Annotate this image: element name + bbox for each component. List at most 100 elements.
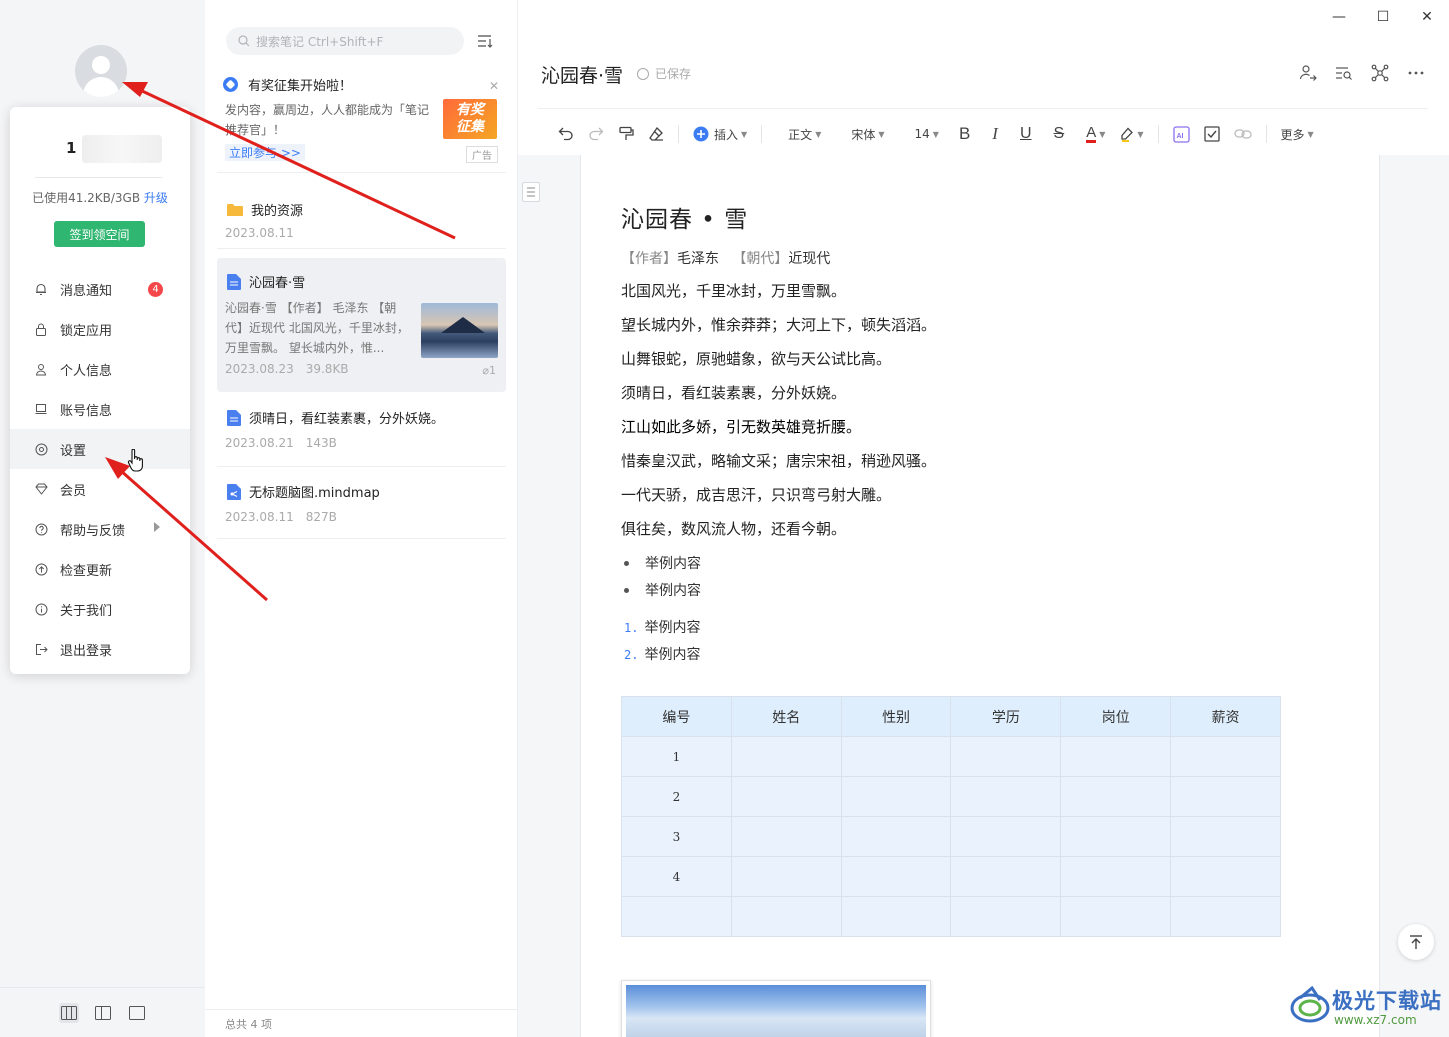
table-cell[interactable] [730,896,842,937]
format-painter-icon[interactable] [618,120,634,148]
font-family-dropdown[interactable]: 宋体 ▼ [851,120,884,148]
table-cell[interactable] [621,896,732,937]
document-title[interactable]: 沁园春·雪 [541,61,623,88]
table-header-cell[interactable]: 薪资 [1170,696,1281,737]
embedded-image[interactable] [621,980,931,1037]
table-cell[interactable] [1170,776,1281,817]
strikethrough-icon[interactable]: S [1054,120,1065,148]
document-actions [1297,62,1427,84]
list-item[interactable]: 无标题脑图.mindmap 2023.08.11 827B [217,470,506,538]
menu-item-settings[interactable]: 设置 [10,429,190,469]
eraser-icon[interactable] [648,120,664,148]
checkbox-icon[interactable] [1203,120,1220,148]
menu-item-logout[interactable]: 退出登录 [10,629,190,669]
list-item[interactable]: 须晴日，看红装素裹，分外妖娆。 2023.08.21 143B [217,396,506,464]
menu-item-about-us[interactable]: 关于我们 [10,589,190,629]
more-options-icon[interactable] [1405,62,1427,84]
font-color-icon[interactable]: A ▼ [1086,120,1105,148]
menu-item-notifications[interactable]: 消息通知 4 [10,269,190,309]
maximize-icon[interactable]: ☐ [1361,0,1405,34]
table-cell[interactable]: 4 [621,856,732,897]
table-cell[interactable] [1060,776,1172,817]
single-column-layout-icon[interactable] [127,1003,147,1023]
mindmap-view-icon[interactable] [1369,62,1391,84]
table-cell[interactable] [1170,736,1281,777]
search-input[interactable]: 搜索笔记 Ctrl+Shift+F [226,27,464,55]
data-table[interactable]: 编号 姓名 性别 学历 岗位 薪资 1 2 3 4 [621,696,1281,937]
three-column-layout-icon[interactable] [58,1002,79,1023]
table-header-cell[interactable]: 岗位 [1060,696,1172,737]
table-cell[interactable]: 3 [621,816,732,857]
table-cell[interactable] [950,736,1062,777]
redo-icon[interactable] [588,120,604,148]
ad-image[interactable]: 有奖 征集 [443,99,497,139]
table-cell[interactable] [950,816,1062,857]
two-column-layout-icon[interactable] [93,1003,113,1023]
table-cell[interactable] [730,736,842,777]
close-window-icon[interactable]: ✕ [1405,0,1449,34]
checkin-button[interactable]: 签到领空间 [54,221,145,247]
find-in-doc-icon[interactable] [1333,62,1355,84]
link-icon[interactable] [1233,120,1252,148]
table-cell[interactable] [950,896,1062,937]
table-cell[interactable] [1060,856,1172,897]
sort-icon[interactable] [476,32,494,50]
table-cell[interactable] [840,856,952,897]
avatar[interactable] [75,45,127,97]
table-cell[interactable] [730,856,842,897]
table-cell[interactable] [840,896,952,937]
menu-item-help-feedback[interactable]: 帮助与反馈 [10,509,190,549]
back-to-top-button[interactable] [1398,924,1434,960]
note-date: 2023.08.11 [225,510,294,524]
list-item-selected[interactable]: 沁园春·雪 沁园春·雪 【作者】 毛泽东 【朝代】近现代 北国风光，千里冰封，万… [217,258,506,392]
close-icon[interactable]: ✕ [489,79,499,93]
note-size: 827B [305,510,337,524]
table-cell[interactable] [840,816,952,857]
document-page[interactable]: 沁园春 • 雪 【作者】毛泽东 【朝代】近现代 北国风光，千里冰封，万里雪飘。 … [580,155,1380,1037]
ad-card[interactable]: 有奖征集开始啦！ ✕ 发内容，赢周边，人人都能成为「笔记推荐官」！ 立即参与 >… [223,70,503,170]
share-user-icon[interactable] [1297,62,1319,84]
table-cell[interactable] [1060,816,1172,857]
menu-item-account-info[interactable]: 账号信息 [10,389,190,429]
ad-link[interactable]: 立即参与 >> [225,144,305,161]
divider [217,172,506,173]
table-cell[interactable] [1060,736,1172,777]
insert-button[interactable]: 插入 ▼ [693,120,747,148]
menu-item-membership[interactable]: 会员 [10,469,190,509]
table-header-cell[interactable]: 编号 [621,696,732,737]
table-cell[interactable]: 2 [621,776,732,817]
upgrade-link[interactable]: 升级 [144,191,168,205]
outline-toggle-icon[interactable] [522,182,540,202]
menu-divider [35,177,162,178]
menu-item-lock-app[interactable]: 锁定应用 [10,309,190,349]
table-cell[interactable] [1170,856,1281,897]
highlight-icon[interactable]: ▼ [1119,120,1144,148]
table-cell[interactable] [730,816,842,857]
table-header-cell[interactable]: 姓名 [730,696,842,737]
undo-icon[interactable] [558,120,574,148]
minimize-icon[interactable]: — [1317,0,1361,34]
more-tools-dropdown[interactable]: 更多 ▼ [1281,120,1314,148]
font-size-dropdown[interactable]: 14 ▼ [915,120,939,148]
underline-icon[interactable]: U [1020,120,1032,148]
table-header-cell[interactable]: 性别 [840,696,952,737]
ai-icon[interactable]: AI [1172,120,1190,148]
table-cell[interactable] [1060,896,1172,937]
menu-item-check-update[interactable]: 检查更新 [10,549,190,589]
table-cell[interactable] [730,776,842,817]
note-snippet: 沁园春·雪 【作者】 毛泽东 【朝代】近现代 北国风光，千里冰封，万里雪飘。 望… [225,301,409,355]
table-cell[interactable] [840,736,952,777]
list-item[interactable]: 我的资源 2023.08.11 [217,186,506,250]
table-cell[interactable] [840,776,952,817]
table-cell[interactable] [950,776,1062,817]
divider [217,466,506,467]
table-header-cell[interactable]: 学历 [950,696,1062,737]
table-cell[interactable] [1170,816,1281,857]
table-cell[interactable] [950,856,1062,897]
italic-icon[interactable]: I [992,120,998,148]
paragraph-style-dropdown[interactable]: 正文 ▼ [788,120,821,148]
table-cell[interactable] [1170,896,1281,937]
table-cell[interactable]: 1 [621,736,732,777]
menu-item-personal-info[interactable]: 个人信息 [10,349,190,389]
bold-icon[interactable]: B [959,120,970,148]
